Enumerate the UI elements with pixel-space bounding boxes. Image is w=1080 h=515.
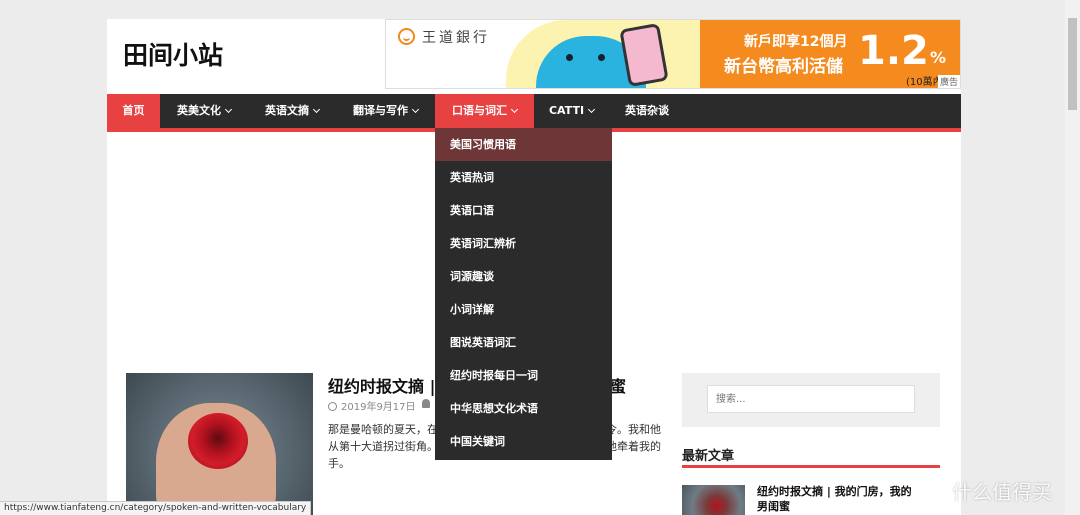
- site-container: 田间小站 王道銀行 新戶即享12個月 新台幣高利活儲 1.2 % (10萬內) …: [107, 19, 961, 515]
- excerpt-line2b: 他牵着我的: [606, 440, 661, 453]
- dropdown-item-nyt-word-of-day[interactable]: 纽约时报每日一词: [435, 359, 612, 392]
- nav-item-misc[interactable]: 英语杂谈: [609, 94, 685, 128]
- dropdown-item-american-idioms[interactable]: 美国习惯用语: [435, 128, 612, 161]
- excerpt-line1a: 那是曼哈顿的夏天，在: [328, 423, 438, 436]
- nav-item-translation[interactable]: 翻译与写作: [336, 94, 435, 128]
- chevron-down-icon: [411, 105, 420, 114]
- nav-item-culture[interactable]: 英美文化: [160, 94, 248, 128]
- ad-line1: 新戶即享12個月: [744, 34, 848, 50]
- author-icon: [422, 399, 430, 408]
- recent-post-title-line2: 男闺蜜: [757, 500, 790, 513]
- ad-rate: 1.2: [858, 28, 929, 74]
- dropdown-item-chinese-thought-terms[interactable]: 中华思想文化术语: [435, 392, 612, 425]
- scrollbar-thumb[interactable]: [1068, 18, 1077, 110]
- chevron-down-icon: [510, 105, 519, 114]
- nav-item-digest[interactable]: 英语文摘: [248, 94, 336, 128]
- dropdown-item-illustrated-vocab[interactable]: 图说英语词汇: [435, 326, 612, 359]
- page-scrollbar[interactable]: [1065, 0, 1080, 515]
- post-date: 2019年9月17日: [341, 402, 416, 413]
- chevron-down-icon: [312, 105, 321, 114]
- widget-title: 最新文章: [682, 449, 735, 464]
- ad-bank-name: 王道銀行: [422, 30, 490, 46]
- post-meta: 2019年9月17日: [328, 398, 430, 413]
- dropdown-item-china-keywords[interactable]: 中国关键词: [435, 425, 612, 458]
- post-title-tail[interactable]: 蜜: [610, 373, 626, 397]
- nav-label: 英美文化: [177, 104, 221, 117]
- dropdown-item-spoken-english[interactable]: 英语口语: [435, 194, 612, 227]
- dropdown-item-etymology[interactable]: 词源趣谈: [435, 260, 612, 293]
- site-title[interactable]: 田间小站: [123, 36, 223, 72]
- ad-left-panel: 王道銀行: [386, 20, 516, 88]
- nav-label: 翻译与写作: [353, 104, 408, 117]
- dropdown-item-small-words[interactable]: 小词详解: [435, 293, 612, 326]
- ad-tag: 廣告: [937, 75, 960, 88]
- banner-ad[interactable]: 王道銀行 新戶即享12個月 新台幣高利活儲 1.2 % (10萬內) 廣告: [385, 19, 961, 89]
- ad-percent: %: [930, 48, 947, 67]
- nav-label: 首页: [122, 104, 145, 117]
- search-input[interactable]: [707, 385, 915, 413]
- excerpt-line2a: 从第十大道拐过街角。: [328, 440, 438, 453]
- nav-label: 英语杂谈: [625, 104, 669, 117]
- dropdown-item-vocab-analysis[interactable]: 英语词汇辨析: [435, 227, 612, 260]
- clock-icon: [328, 402, 337, 411]
- recent-post-title-line1: 纽约时报文摘 | 我的门房，我的: [757, 485, 912, 498]
- excerpt-line1b: 令。我和他: [606, 423, 661, 436]
- dropdown-item-hot-words[interactable]: 英语热词: [435, 161, 612, 194]
- search-widget: [682, 373, 940, 427]
- recent-post-thumbnail[interactable]: [682, 485, 745, 515]
- post-thumbnail[interactable]: [126, 373, 313, 515]
- nav-item-catti[interactable]: CATTI: [534, 94, 609, 128]
- watermark-logo-icon: [917, 475, 945, 503]
- ad-line2: 新台幣高利活儲: [724, 57, 843, 77]
- widget-accent-line: [682, 465, 940, 468]
- excerpt-line3: 手。: [328, 457, 350, 470]
- chevron-down-icon: [224, 105, 233, 114]
- rose-image: [188, 413, 248, 469]
- chevron-down-icon: [588, 105, 596, 114]
- nav-item-home[interactable]: 首页: [107, 94, 160, 128]
- link-status-bar: https://www.tianfateng.cn/category/spoke…: [0, 501, 312, 515]
- watermark-text: 什么值得买: [952, 480, 1052, 504]
- nav-item-spoken-vocab[interactable]: 口语与词汇: [435, 94, 534, 128]
- nav-label: 口语与词汇: [452, 104, 507, 117]
- dropdown-menu: 美国习惯用语 英语热词 英语口语 英语词汇辨析 词源趣谈 小词详解 图说英语词汇…: [435, 128, 612, 460]
- recent-post-title[interactable]: 纽约时报文摘 | 我的门房，我的 男闺蜜: [757, 484, 912, 514]
- nav-label: 英语文摘: [265, 104, 309, 117]
- smile-logo-icon: [398, 28, 415, 45]
- main-nav: 首页 英美文化 英语文摘 翻译与写作 口语与词汇 CATTI 英语杂谈: [107, 94, 961, 128]
- nav-label: CATTI: [548, 104, 585, 117]
- ad-right-panel: 新戶即享12個月 新台幣高利活儲 1.2 % (10萬內): [700, 20, 960, 88]
